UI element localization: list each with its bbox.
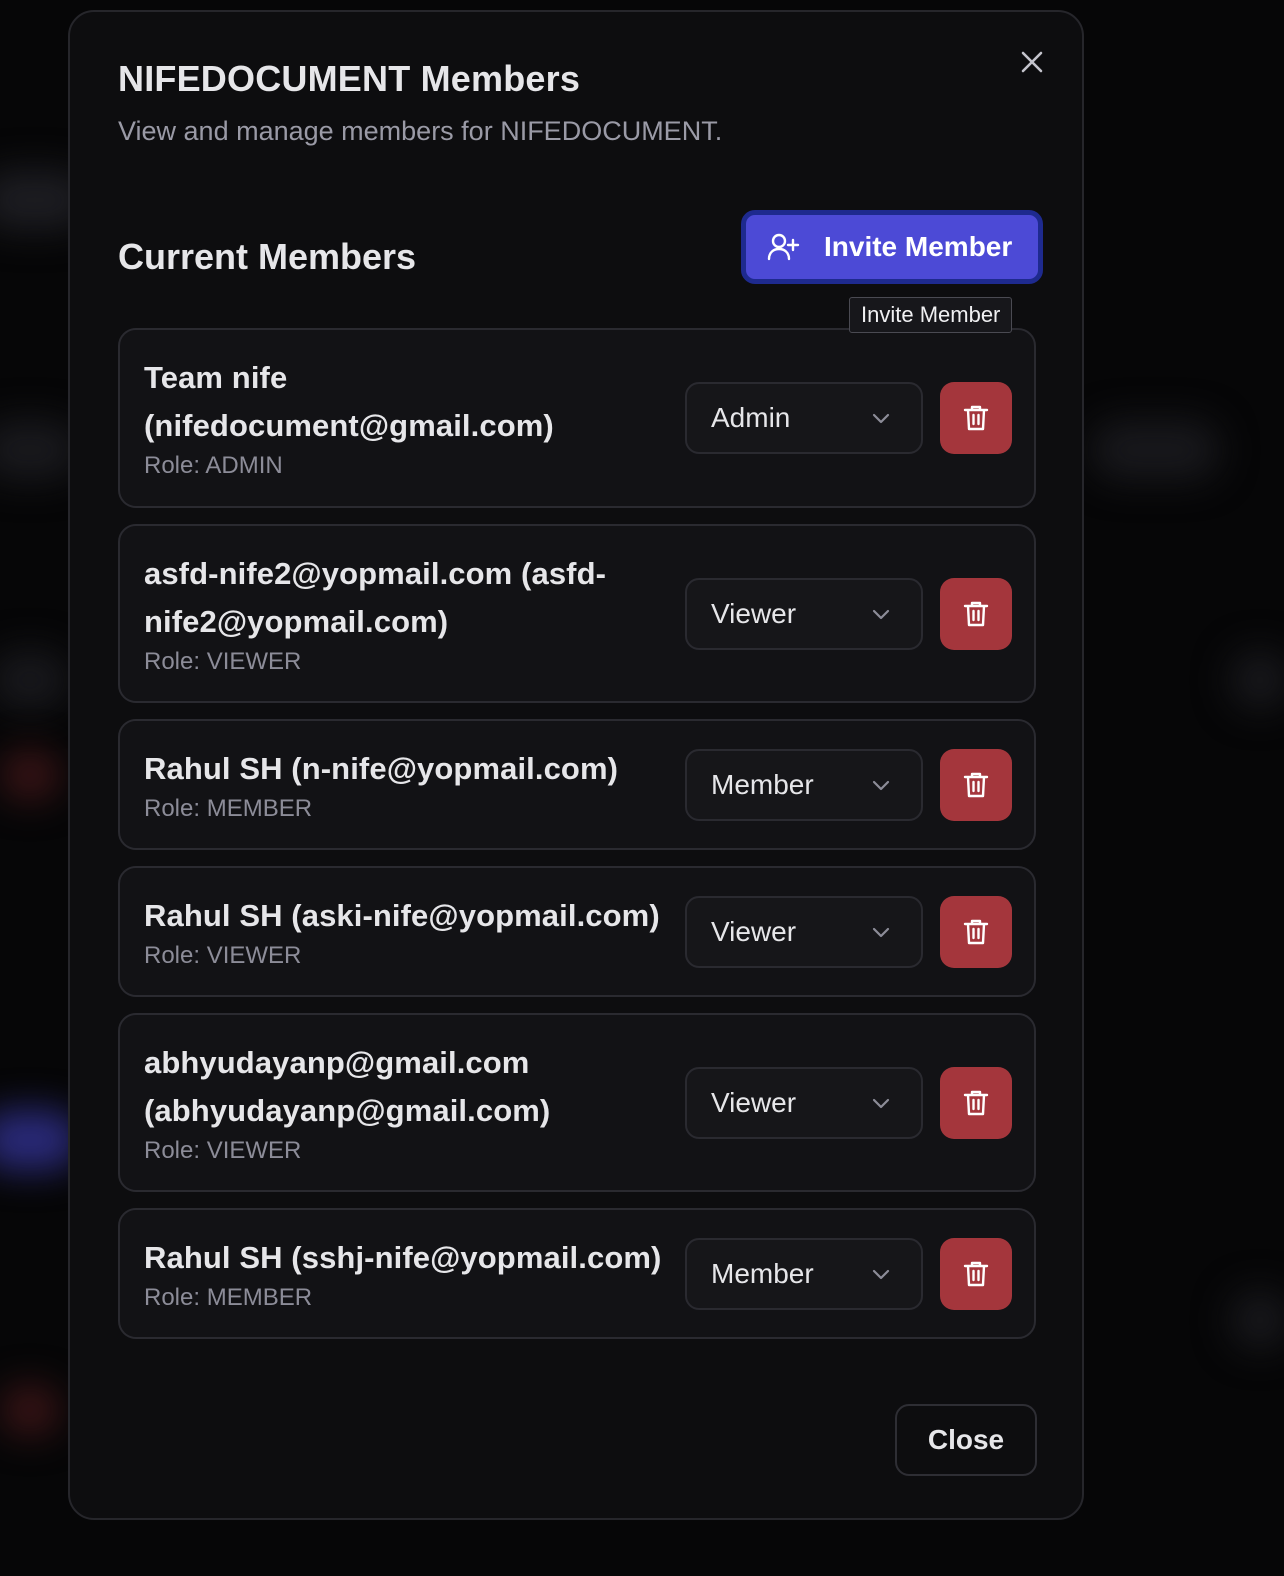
member-role: Role: MEMBER [144, 795, 313, 822]
member-info: Rahul SH (aski-nife@yopmail.com) Role: V… [144, 892, 704, 972]
member-info: asfd-nife2@yopmail.com (asfd-nife2@yopma… [144, 550, 684, 678]
chevron-down-icon [872, 780, 890, 791]
member-role: Role: MEMBER [144, 1284, 313, 1311]
member-info: Rahul SH (n-nife@yopmail.com) Role: MEMB… [144, 745, 684, 825]
trash-icon [963, 772, 989, 798]
role-select-value: Viewer [711, 916, 797, 947]
background-shape [1230, 650, 1284, 710]
delete-member-button[interactable] [940, 382, 1012, 454]
member-card: Rahul SH (aski-nife@yopmail.com) Role: V… [118, 866, 1036, 997]
role-select[interactable]: Viewer [685, 578, 923, 650]
trash-icon [963, 1090, 989, 1116]
member-role: Role: VIEWER [144, 1137, 302, 1164]
member-role: Role: ADMIN [144, 452, 283, 479]
delete-member-button[interactable] [940, 1067, 1012, 1139]
member-card: Team nife (nifedocument@gmail.com) Role:… [118, 328, 1036, 508]
role-select-value: Member [711, 1258, 814, 1289]
member-card: Rahul SH (sshj-nife@yopmail.com) Role: M… [118, 1208, 1036, 1339]
background-shape [1230, 1290, 1284, 1350]
role-select[interactable]: Viewer [685, 896, 923, 968]
member-info: Rahul SH (sshj-nife@yopmail.com) Role: M… [144, 1234, 704, 1314]
trash-icon [963, 601, 989, 627]
dialog-subtitle: View and manage members for NIFEDOCUMENT… [118, 116, 723, 146]
close-button[interactable]: Close [895, 1404, 1037, 1476]
role-select-value: Admin [711, 402, 791, 433]
member-name: Team nife (nifedocument@gmail.com) [144, 360, 554, 443]
trash-icon [963, 1261, 989, 1287]
chevron-down-icon [872, 413, 890, 424]
role-select-value: Viewer [711, 1087, 797, 1118]
member-name: abhyudayanp@gmail.com (abhyudayanp@gmail… [144, 1045, 551, 1128]
chevron-down-icon [872, 609, 890, 620]
member-role: Role: VIEWER [144, 648, 302, 675]
invite-member-button[interactable]: Invite Member [741, 210, 1043, 284]
invite-member-label: Invite Member [824, 231, 1013, 262]
role-select-value: Member [711, 769, 814, 800]
background-shape [0, 1385, 60, 1435]
member-card: abhyudayanp@gmail.com (abhyudayanp@gmail… [118, 1013, 1036, 1192]
background-shape [0, 750, 60, 800]
member-name: Rahul SH (n-nife@yopmail.com) [144, 751, 619, 786]
section-title: Current Members [118, 236, 417, 277]
background-shape [0, 650, 70, 710]
member-name: Rahul SH (aski-nife@yopmail.com) [144, 898, 660, 933]
close-dialog-button[interactable] [1018, 48, 1046, 76]
delete-member-button[interactable] [940, 578, 1012, 650]
chevron-down-icon [872, 1098, 890, 1109]
delete-member-button[interactable] [940, 1238, 1012, 1310]
member-name: Rahul SH (sshj-nife@yopmail.com) [144, 1240, 662, 1275]
invite-member-tooltip: Invite Member [849, 297, 1013, 333]
members-list: Team nife (nifedocument@gmail.com) Role:… [118, 328, 1036, 1355]
member-card: asfd-nife2@yopmail.com (asfd-nife2@yopma… [118, 524, 1036, 703]
member-name: asfd-nife2@yopmail.com (asfd-nife2@yopma… [144, 556, 607, 639]
role-select[interactable]: Member [685, 1238, 923, 1310]
trash-icon [963, 405, 989, 431]
member-card: Rahul SH (n-nife@yopmail.com) Role: MEMB… [118, 719, 1036, 850]
delete-member-button[interactable] [940, 749, 1012, 821]
chevron-down-icon [872, 927, 890, 938]
member-role: Role: VIEWER [144, 942, 302, 969]
background-shape [1090, 420, 1220, 480]
chevron-down-icon [872, 1269, 890, 1280]
role-select-value: Viewer [711, 598, 797, 629]
dialog-title: NIFEDOCUMENT Members [118, 58, 581, 99]
close-icon [1021, 51, 1043, 73]
role-select[interactable]: Admin [685, 382, 923, 454]
delete-member-button[interactable] [940, 896, 1012, 968]
role-select[interactable]: Viewer [685, 1067, 923, 1139]
members-dialog: NIFEDOCUMENT Members View and manage mem… [68, 10, 1084, 1520]
role-select[interactable]: Member [685, 749, 923, 821]
trash-icon [963, 919, 989, 945]
member-info: Team nife (nifedocument@gmail.com) Role:… [144, 354, 684, 482]
user-plus-icon [767, 233, 800, 261]
member-info: abhyudayanp@gmail.com (abhyudayanp@gmail… [144, 1039, 684, 1167]
